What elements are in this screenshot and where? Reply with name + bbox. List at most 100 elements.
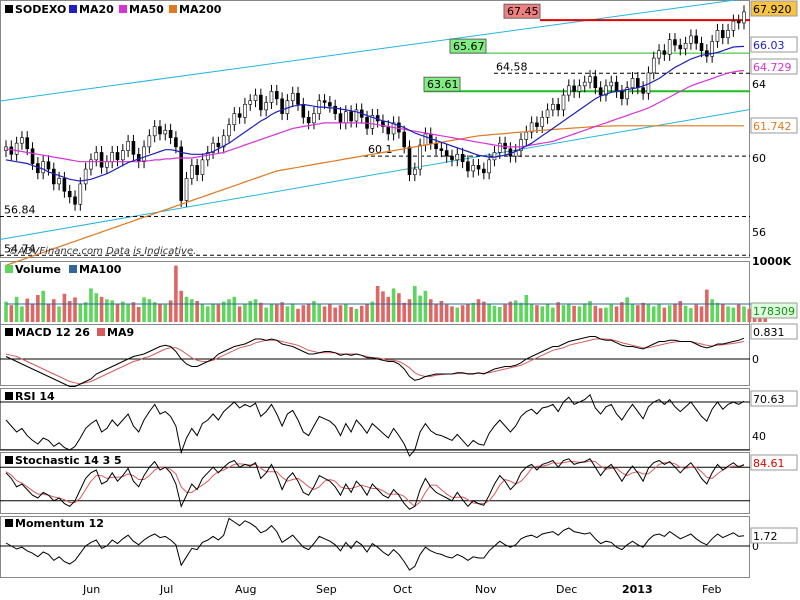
candle-body bbox=[349, 111, 353, 122]
candle-body bbox=[115, 152, 120, 161]
volume-bar bbox=[322, 306, 327, 322]
candle-body bbox=[566, 85, 571, 96]
candle-body bbox=[460, 154, 465, 163]
volume-bar bbox=[742, 306, 746, 322]
candle-body bbox=[471, 165, 476, 172]
volume-bar bbox=[471, 302, 476, 322]
candle-body bbox=[487, 159, 491, 174]
candle-body bbox=[434, 142, 438, 150]
volume-bar bbox=[349, 307, 353, 322]
volume-bar bbox=[545, 304, 550, 322]
volume-bar bbox=[290, 303, 295, 322]
volume-bar bbox=[720, 304, 725, 322]
volume-bar bbox=[328, 304, 332, 322]
volume-bar bbox=[689, 308, 693, 322]
candle-body bbox=[20, 137, 24, 144]
candle-body bbox=[216, 142, 221, 148]
volume-bar bbox=[147, 299, 152, 322]
candle-body bbox=[402, 131, 407, 148]
macd-legend-label-0: MACD 12 26 bbox=[15, 326, 90, 339]
volume-bar bbox=[269, 304, 274, 322]
candle-body bbox=[46, 161, 51, 170]
x-axis-label-2013: 2013 bbox=[622, 583, 653, 596]
candle-body bbox=[296, 92, 300, 105]
candle-body bbox=[269, 91, 274, 103]
volume-bar bbox=[152, 302, 157, 322]
candle-body bbox=[572, 85, 576, 92]
candle-body bbox=[200, 159, 205, 175]
candle-body bbox=[243, 104, 247, 118]
volume-bar bbox=[115, 304, 120, 322]
candle-body bbox=[492, 152, 497, 161]
price-legend-swatch-2 bbox=[119, 5, 127, 13]
candle-body bbox=[190, 165, 194, 179]
candle-body bbox=[168, 129, 173, 138]
candle-body bbox=[338, 113, 343, 124]
candle-body bbox=[83, 168, 88, 185]
volume-bar bbox=[30, 303, 35, 322]
candle-body bbox=[614, 81, 619, 92]
rsi-y-tick: 40 bbox=[752, 430, 766, 443]
candle-body bbox=[598, 87, 603, 96]
candle-body bbox=[312, 113, 316, 124]
candle-body bbox=[78, 183, 83, 205]
volume-bar bbox=[99, 296, 104, 322]
candle-body bbox=[535, 122, 539, 127]
candle-body bbox=[227, 124, 231, 137]
volume-bar bbox=[428, 299, 433, 322]
candle-body bbox=[253, 94, 258, 101]
volume-bar bbox=[444, 304, 449, 322]
level-label-56.84: 56.84 bbox=[4, 203, 36, 216]
macd-legend-swatch-1 bbox=[97, 328, 105, 336]
volume-bar bbox=[651, 306, 656, 322]
candle-body bbox=[131, 141, 136, 155]
volume-bar bbox=[397, 293, 401, 322]
rsi-panel bbox=[0, 388, 750, 450]
volume-bar bbox=[306, 303, 311, 322]
volume-bar bbox=[466, 304, 470, 322]
volume-bar bbox=[338, 305, 343, 322]
x-axis-label-Dec: Dec bbox=[556, 583, 577, 596]
x-axis-label-Oct: Oct bbox=[393, 583, 413, 596]
volume-bar bbox=[221, 301, 226, 322]
volume-bar bbox=[163, 304, 168, 322]
volume-bar bbox=[94, 293, 99, 322]
volume-bar bbox=[296, 308, 300, 322]
volume-bar bbox=[561, 305, 566, 322]
candle-body bbox=[593, 76, 598, 88]
volume-legend-swatch-0 bbox=[5, 265, 13, 273]
x-axis-label-Jul: Jul bbox=[159, 583, 173, 596]
volume-legend-label-0: Volume bbox=[15, 263, 61, 276]
price-legend-label-3: MA200 bbox=[179, 3, 222, 16]
volume-bar bbox=[158, 304, 162, 322]
candle-body bbox=[673, 39, 677, 46]
stoch-legend-label-0: Stochastic 14 3 5 bbox=[15, 454, 122, 467]
candle-body bbox=[322, 100, 327, 103]
volume-bar bbox=[301, 305, 306, 322]
volume-bar bbox=[529, 304, 534, 322]
candle-body bbox=[657, 50, 661, 59]
volume-bar bbox=[46, 304, 51, 322]
momentum-legend-label-0: Momentum 12 bbox=[15, 517, 104, 530]
candle-body bbox=[540, 117, 545, 127]
volume-bar bbox=[25, 298, 30, 322]
volume-bar bbox=[78, 304, 83, 322]
volume-bar bbox=[535, 305, 539, 322]
last-price-label: 67.920 bbox=[753, 3, 792, 16]
volume-bar bbox=[604, 307, 608, 322]
candle-body bbox=[577, 85, 582, 92]
volume-bar bbox=[227, 299, 231, 322]
candle-body bbox=[57, 178, 61, 185]
volume-bar bbox=[381, 291, 385, 322]
volume-bar bbox=[593, 305, 598, 322]
candle-body bbox=[290, 92, 295, 101]
volume-bar bbox=[641, 302, 645, 322]
candle-body bbox=[662, 50, 667, 55]
momentum-legend-swatch-0 bbox=[5, 519, 13, 527]
candle-body bbox=[105, 161, 109, 168]
volume-bar bbox=[190, 299, 194, 322]
volume-bar bbox=[386, 296, 391, 322]
momentum-panel bbox=[0, 516, 750, 578]
volume-bar bbox=[540, 306, 545, 322]
stoch-legend-swatch-0 bbox=[5, 456, 13, 464]
